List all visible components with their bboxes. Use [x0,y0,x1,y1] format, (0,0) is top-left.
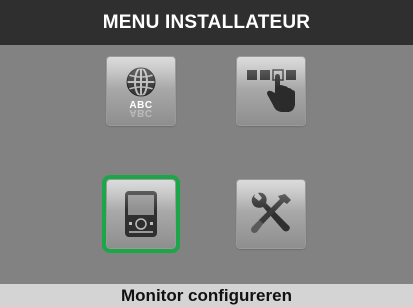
touch-hand-icon [247,69,296,112]
installer-menu-screen: MENU INSTALLATEUR ABC ABC Monitor config… [0,0,413,307]
wrench-screwdriver-icon [251,192,291,233]
touch-settings-tile[interactable] [237,57,305,125]
language-label-reflection: ABC [129,107,153,118]
menu-title: MENU INSTALLATEUR [0,0,413,45]
menu-title-text: MENU INSTALLATEUR [102,11,311,33]
tools-tile[interactable] [237,180,305,248]
monitor-device-icon [125,191,157,237]
status-bar: Monitor configureren [0,284,413,307]
language-tile[interactable]: ABC ABC [107,57,175,125]
status-text: Monitor configureren [121,285,292,305]
monitor-configure-tile[interactable] [102,175,180,253]
